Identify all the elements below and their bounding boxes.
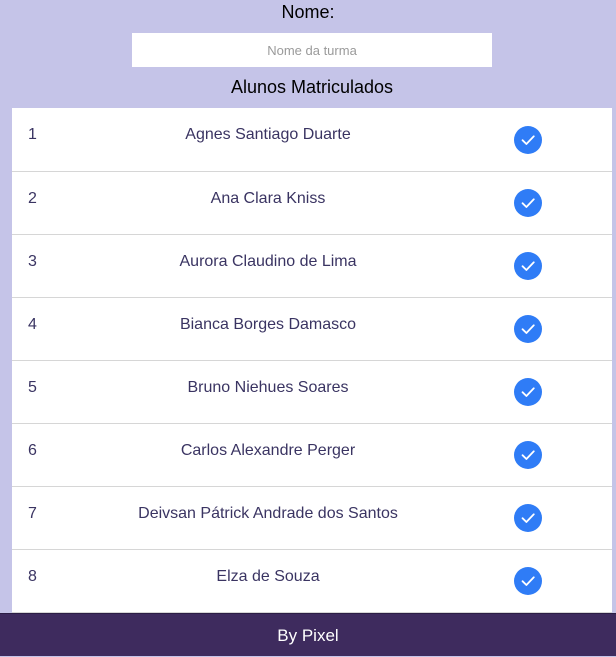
student-name: Aurora Claudino de Lima [179,253,357,270]
check-circle-icon[interactable] [514,126,542,154]
student-number: 5 [28,379,37,396]
check-circle-icon[interactable] [514,378,542,406]
student-number: 1 [28,126,37,143]
student-row: 1 Agnes Santiago Duarte [12,108,612,172]
student-number: 2 [28,190,37,207]
student-row: 6 Carlos Alexandre Perger [12,424,612,487]
student-name: Ana Clara Kniss [210,190,326,207]
student-list: 1 Agnes Santiago Duarte 2 Ana Clara Knis… [12,108,612,613]
check-circle-icon[interactable] [514,252,542,280]
student-row: 4 Bianca Borges Damasco [12,298,612,361]
check-circle-icon[interactable] [514,567,542,595]
student-name: Bruno Niehues Soares [187,379,349,396]
enrolled-students-title: Alunos Matriculados [230,77,394,97]
student-number: 4 [28,316,37,333]
student-row: 8 Elza de Souza [12,550,612,613]
check-circle-icon[interactable] [514,504,542,532]
student-name: Bianca Borges Damasco [179,316,357,333]
student-row: 3 Aurora Claudino de Lima [12,235,612,298]
footer-credit: By Pixel [0,613,616,656]
student-name: Deivsan Pátrick Andrade dos Santos [138,505,398,522]
student-name: Carlos Alexandre Perger [180,442,356,459]
check-circle-icon[interactable] [514,189,542,217]
student-number: 7 [28,505,37,522]
class-name-input[interactable] [132,33,492,67]
class-name-label: Nome: [281,2,335,22]
student-name: Agnes Santiago Duarte [185,126,351,143]
student-name: Elza de Souza [216,568,320,585]
student-row: 5 Bruno Niehues Soares [12,361,612,424]
student-number: 8 [28,568,37,585]
student-number: 6 [28,442,37,459]
check-circle-icon[interactable] [514,441,542,469]
check-circle-icon[interactable] [514,315,542,343]
student-number: 3 [28,253,37,270]
student-row: 2 Ana Clara Kniss [12,172,612,235]
student-row: 7 Deivsan Pátrick Andrade dos Santos [12,487,612,550]
